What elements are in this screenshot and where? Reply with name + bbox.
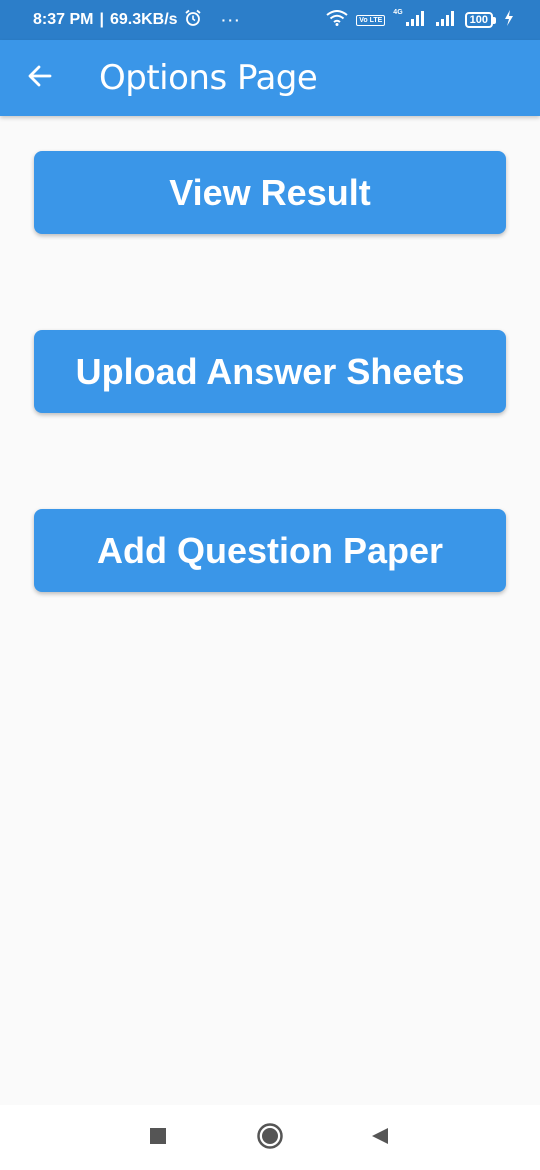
battery-icon: 100 <box>464 12 496 28</box>
alarm-icon <box>184 9 202 32</box>
nav-back-button[interactable] <box>365 1123 395 1153</box>
circle-icon <box>256 1122 284 1155</box>
square-icon <box>149 1127 167 1150</box>
network-type: 4G <box>393 8 403 16</box>
more-icon: ··· <box>221 12 242 28</box>
status-right: Vo LTE 4G 100 <box>326 0 514 40</box>
status-speed: 69.3KB/s <box>109 11 178 28</box>
wifi-icon <box>326 9 348 31</box>
add-question-paper-button[interactable]: Add Question Paper <box>34 509 506 592</box>
arrow-left-icon <box>27 63 53 94</box>
home-button[interactable] <box>255 1122 285 1155</box>
view-result-button[interactable]: View Result <box>34 151 506 234</box>
triangle-back-icon <box>370 1126 390 1151</box>
app-bar: Options Page <box>0 40 540 116</box>
status-bar: 8:37 PM | 69.3KB/s ··· Vo LTE 4G 100 <box>0 0 540 40</box>
upload-answer-sheets-button[interactable]: Upload Answer Sheets <box>34 330 506 413</box>
signal-icon-1 <box>405 10 427 31</box>
page-title: Options Page <box>99 58 318 98</box>
volte-icon: Vo LTE <box>356 14 386 26</box>
status-left: 8:37 PM | 69.3KB/s ··· <box>33 9 242 32</box>
back-button[interactable] <box>24 62 56 94</box>
signal-icon-2 <box>435 10 457 31</box>
status-separator: | <box>99 11 104 28</box>
battery-level: 100 <box>464 12 493 28</box>
navigation-bar <box>0 1105 540 1170</box>
recent-apps-button[interactable] <box>143 1123 173 1153</box>
status-time: 8:37 PM <box>33 11 94 28</box>
charging-icon <box>504 9 514 31</box>
battery-cap <box>493 16 496 24</box>
